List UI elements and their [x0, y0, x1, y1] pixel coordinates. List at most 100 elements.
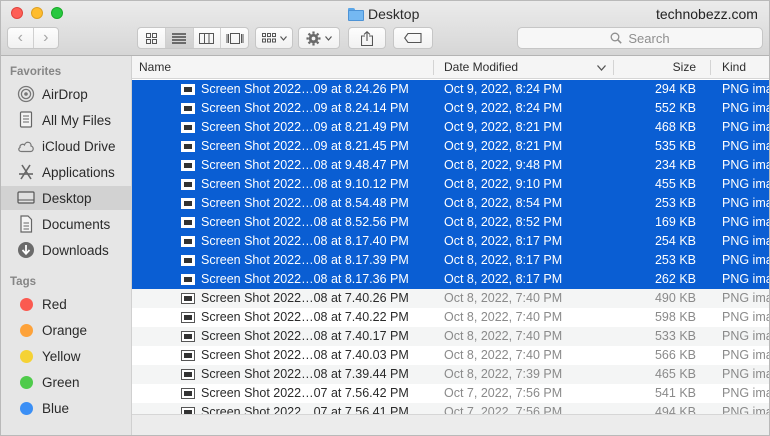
sidebar-item-label: AirDrop — [42, 86, 88, 102]
file-name: Screen Shot 2022…08 at 8.17.39 PM — [201, 253, 409, 267]
sidebar: Favorites AirDrop All My Files iCloud Dr… — [1, 56, 132, 435]
file-row[interactable]: Screen Shot 2022…08 at 8.54.48 PM Oct 8, … — [132, 194, 769, 213]
screenshot-file-icon — [181, 103, 195, 114]
column-divider[interactable] — [433, 60, 434, 75]
file-size: 234 KB — [654, 158, 696, 172]
file-size: 598 KB — [654, 310, 696, 324]
file-date-modified: Oct 7, 2022, 7:56 PM — [444, 386, 563, 400]
sidebar-item-icloud-drive[interactable]: iCloud Drive — [1, 134, 131, 158]
sidebar-item-downloads[interactable]: Downloads — [1, 238, 131, 262]
file-row[interactable]: Screen Shot 2022…09 at 8.21.49 PM Oct 9, … — [132, 118, 769, 137]
list-view-button[interactable] — [164, 28, 193, 48]
search-field[interactable]: Search — [517, 27, 763, 49]
sidebar-item-desktop[interactable]: Desktop — [1, 186, 131, 210]
horizontal-scrollbar[interactable] — [132, 414, 769, 435]
file-date-modified: Oct 8, 2022, 7:40 PM — [444, 291, 563, 305]
sidebar-item-label: Green — [42, 374, 80, 390]
edit-tags-button[interactable] — [393, 27, 433, 49]
search-icon — [610, 32, 623, 44]
file-row[interactable]: Screen Shot 2022…08 at 8.17.36 PM Oct 8, … — [132, 270, 769, 289]
sidebar-item-label: iCloud Drive — [42, 138, 116, 154]
screenshot-file-icon — [181, 141, 195, 152]
screenshot-file-icon — [181, 236, 195, 247]
sidebar-heading-favorites: Favorites — [10, 66, 62, 78]
file-name: Screen Shot 2022…08 at 8.17.40 PM — [201, 234, 409, 248]
sidebar-tag-red[interactable]: Red — [1, 292, 131, 316]
documents-icon — [17, 215, 35, 233]
column-header-date-modified[interactable]: Date Modified — [444, 56, 612, 79]
screenshot-file-icon — [181, 255, 195, 266]
file-name: Screen Shot 2022…08 at 7.39.44 PM — [201, 367, 409, 381]
file-kind: PNG ima — [722, 348, 770, 362]
file-row[interactable]: Screen Shot 2022…07 at 7.56.42 PM Oct 7, … — [132, 384, 769, 403]
arrange-button[interactable] — [255, 27, 293, 49]
share-icon — [361, 30, 373, 46]
file-date-modified: Oct 8, 2022, 8:54 PM — [444, 196, 563, 210]
column-header-name[interactable]: Name — [139, 56, 171, 79]
file-row[interactable]: Screen Shot 2022…09 at 8.24.14 PM Oct 9, … — [132, 99, 770, 118]
file-list: Name Date Modified Size Kind Screen Shot… — [132, 56, 770, 435]
sidebar-item-airdrop[interactable]: AirDrop — [1, 82, 131, 106]
file-date-modified: Oct 8, 2022, 8:17 PM — [444, 253, 563, 267]
file-row[interactable]: Screen Shot 2022…08 at 8.52.56 PM Oct 8, … — [132, 213, 769, 232]
file-date-modified: Oct 8, 2022, 8:17 PM — [444, 272, 563, 286]
minimize-window-button[interactable] — [31, 7, 43, 19]
file-kind: PNG ima — [722, 234, 770, 248]
column-header-size[interactable]: Size — [614, 56, 696, 79]
file-row[interactable]: Screen Shot 2022…08 at 7.40.22 PM Oct 8, … — [132, 308, 769, 327]
file-row[interactable]: Screen Shot 2022…08 at 9.10.12 PM Oct 8, … — [132, 175, 769, 194]
screenshot-file-icon — [181, 293, 195, 304]
file-row[interactable]: Screen Shot 2022…09 at 8.21.45 PM Oct 9, … — [132, 137, 769, 156]
gallery-icon — [226, 32, 244, 44]
screenshot-file-icon — [181, 122, 195, 133]
file-name: Screen Shot 2022…08 at 9.48.47 PM — [201, 158, 409, 172]
zoom-window-button[interactable] — [51, 7, 63, 19]
close-window-button[interactable] — [11, 7, 23, 19]
grid-icon — [145, 32, 157, 44]
share-button[interactable] — [348, 27, 386, 49]
toolbar: Desktop technobezz.com ‹ › Search — [1, 1, 769, 56]
file-row[interactable]: Screen Shot 2022…08 at 8.17.39 PM Oct 8, … — [132, 251, 769, 270]
file-size: 465 KB — [654, 367, 696, 381]
file-date-modified: Oct 8, 2022, 8:52 PM — [444, 215, 563, 229]
screenshot-file-icon — [181, 160, 195, 171]
file-row[interactable]: Screen Shot 2022…08 at 7.40.03 PM Oct 8, … — [132, 346, 770, 365]
sidebar-item-all-my-files[interactable]: All My Files — [1, 108, 131, 132]
action-menu-button[interactable] — [298, 27, 340, 49]
sidebar-item-applications[interactable]: Applications — [1, 160, 131, 184]
column-header-bar: Name Date Modified Size Kind — [132, 56, 769, 79]
icon-view-button[interactable] — [138, 28, 165, 48]
sidebar-tag-orange[interactable]: Orange — [1, 318, 131, 342]
sidebar-item-documents[interactable]: Documents — [1, 212, 131, 236]
file-row[interactable]: Screen Shot 2022…08 at 8.17.40 PM Oct 8, … — [132, 232, 770, 251]
file-size: 468 KB — [654, 120, 696, 134]
all-files-icon — [17, 111, 35, 129]
file-kind: PNG ima — [722, 367, 770, 381]
file-row[interactable]: Screen Shot 2022…08 at 7.40.17 PM Oct 8, … — [132, 327, 769, 346]
sort-chevron-down-icon — [597, 65, 606, 71]
column-divider[interactable] — [710, 60, 711, 75]
column-view-button[interactable] — [192, 28, 221, 48]
file-date-modified: Oct 8, 2022, 7:40 PM — [444, 310, 563, 324]
gallery-view-button[interactable] — [220, 28, 248, 48]
arrange-grid-icon — [261, 33, 276, 43]
back-button[interactable]: ‹ — [8, 28, 33, 48]
file-date-modified: Oct 8, 2022, 7:40 PM — [444, 348, 563, 362]
airdrop-icon — [17, 85, 35, 103]
gear-icon — [306, 30, 321, 46]
forward-button[interactable]: › — [32, 28, 59, 48]
file-row[interactable]: Screen Shot 2022…08 at 7.40.26 PM Oct 8, … — [132, 289, 769, 308]
file-name: Screen Shot 2022…09 at 8.24.26 PM — [201, 82, 409, 96]
file-date-modified: Oct 9, 2022, 8:24 PM — [444, 82, 563, 96]
file-kind: PNG ima — [722, 101, 770, 115]
file-row[interactable]: Screen Shot 2022…08 at 7.39.44 PM Oct 8, … — [132, 365, 770, 384]
sidebar-tag-blue[interactable]: Blue — [1, 396, 131, 420]
view-mode-selector — [137, 27, 249, 49]
column-header-kind[interactable]: Kind — [722, 56, 746, 79]
sidebar-tag-green[interactable]: Green — [1, 370, 131, 394]
file-name: Screen Shot 2022…08 at 8.54.48 PM — [201, 196, 409, 210]
file-row[interactable]: Screen Shot 2022…08 at 9.48.47 PM Oct 8, … — [132, 156, 769, 175]
file-row[interactable]: Screen Shot 2022…09 at 8.24.26 PM Oct 9, … — [132, 80, 769, 99]
green-tag-dot-icon — [20, 375, 33, 389]
sidebar-tag-yellow[interactable]: Yellow — [1, 344, 131, 368]
